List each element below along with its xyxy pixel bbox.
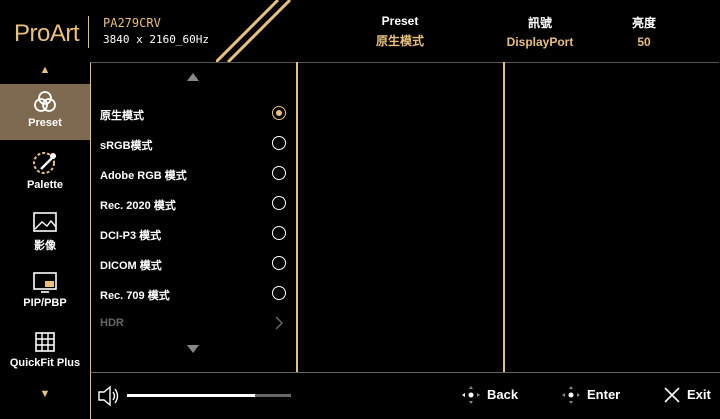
header-preset: Preset 原生模式	[340, 14, 460, 49]
enter-label: Enter	[587, 387, 621, 402]
image-icon	[33, 212, 57, 232]
joystick-enter-icon	[562, 386, 580, 404]
sidebar-item-label: PIP/PBP	[23, 297, 67, 309]
preset-list: 原生模式 sRGB模式 Adobe RGB 模式 Rec. 2020 模式 DC…	[92, 62, 297, 372]
sidebar-up-arrow-icon[interactable]: ▲	[0, 64, 90, 76]
back-button[interactable]: Back	[461, 385, 531, 407]
header-preset-label: Preset	[381, 14, 419, 28]
exit-button[interactable]: Exit	[663, 385, 719, 407]
brand-logo: ProArt	[14, 20, 80, 47]
grid-icon	[35, 332, 55, 352]
joystick-back-icon	[462, 386, 480, 404]
header-input-value: DisplayPort	[506, 35, 574, 49]
preset-option-rec709[interactable]: Rec. 709 模式	[100, 283, 290, 305]
sidebar-item-pip[interactable]: PIP/PBP	[0, 264, 90, 320]
sidebar: ▲ Preset Palette 影像 PIP/PBP QuickFit Plu…	[0, 62, 90, 418]
preset-option-adobe-rgb[interactable]: Adobe RGB 模式	[100, 163, 290, 185]
preset-option-rec2020[interactable]: Rec. 2020 模式	[100, 193, 290, 215]
volume-slider[interactable]	[127, 394, 291, 397]
sidebar-item-palette[interactable]: Palette	[0, 144, 90, 200]
sidebar-down-arrow-icon[interactable]: ▼	[0, 388, 90, 400]
option-label: 原生模式	[100, 110, 144, 122]
preset-option-native[interactable]: 原生模式	[100, 103, 290, 125]
header-brightness: 亮度 50	[584, 14, 704, 49]
column-divider	[503, 62, 505, 372]
sidebar-item-image[interactable]: 影像	[0, 204, 90, 260]
preset-option-srgb[interactable]: sRGB模式	[100, 133, 290, 155]
sidebar-item-quickfit[interactable]: QuickFit Plus	[0, 324, 90, 380]
list-up-arrow-icon[interactable]	[186, 72, 200, 82]
pip-icon	[33, 272, 57, 293]
header-preset-value: 原生模式	[375, 34, 424, 48]
option-label: sRGB模式	[100, 140, 153, 152]
option-label: DICOM 模式	[100, 260, 162, 272]
model-name: PA279CRV	[103, 16, 161, 30]
radio-icon	[272, 136, 286, 150]
speaker-icon	[98, 385, 119, 407]
option-label: Rec. 709 模式	[100, 290, 170, 302]
header-brightness-label: 亮度	[631, 16, 656, 30]
radio-icon	[272, 256, 286, 270]
radio-icon	[272, 196, 286, 210]
resolution-readout: 3840 x 2160_60Hz	[103, 33, 209, 46]
decorative-stripes	[216, 0, 292, 62]
volume-fill	[127, 394, 255, 397]
sidebar-item-label: Palette	[26, 179, 64, 191]
list-down-arrow-icon[interactable]	[186, 344, 200, 354]
sidebar-item-label: Preset	[28, 117, 62, 129]
close-icon	[664, 387, 680, 403]
option-label: DCI-P3 模式	[100, 230, 162, 242]
option-label: HDR	[100, 317, 124, 329]
chevron-right-icon	[275, 316, 284, 330]
osd-footer: Back Enter Exit	[90, 372, 720, 419]
header-input-label: 訊號	[527, 16, 552, 30]
radio-icon	[272, 166, 286, 180]
osd-header: ProArt PA279CRV 3840 x 2160_60Hz Preset …	[0, 0, 720, 62]
radio-icon	[272, 286, 286, 300]
option-label: Rec. 2020 模式	[100, 200, 176, 212]
header-input: 訊號 DisplayPort	[480, 14, 600, 49]
palette-circles-icon	[34, 91, 56, 112]
sidebar-item-label: QuickFit Plus	[9, 357, 81, 369]
sidebar-item-preset[interactable]: Preset	[0, 84, 90, 140]
exit-label: Exit	[687, 387, 711, 402]
preset-option-dicom[interactable]: DICOM 模式	[100, 253, 290, 275]
color-dropper-icon	[33, 152, 56, 174]
logo-divider	[88, 16, 89, 48]
radio-icon	[272, 226, 286, 240]
enter-button[interactable]: Enter	[561, 385, 631, 407]
radio-selected-icon	[272, 106, 286, 120]
monitor-osd: ProArt PA279CRV 3840 x 2160_60Hz Preset …	[0, 0, 720, 419]
sidebar-item-label: 影像	[34, 240, 56, 252]
back-label: Back	[487, 387, 519, 402]
preset-option-dci-p3[interactable]: DCI-P3 模式	[100, 223, 290, 245]
header-brightness-value: 50	[637, 35, 651, 49]
preset-option-hdr: HDR	[100, 313, 290, 335]
option-label: Adobe RGB 模式	[100, 170, 187, 182]
